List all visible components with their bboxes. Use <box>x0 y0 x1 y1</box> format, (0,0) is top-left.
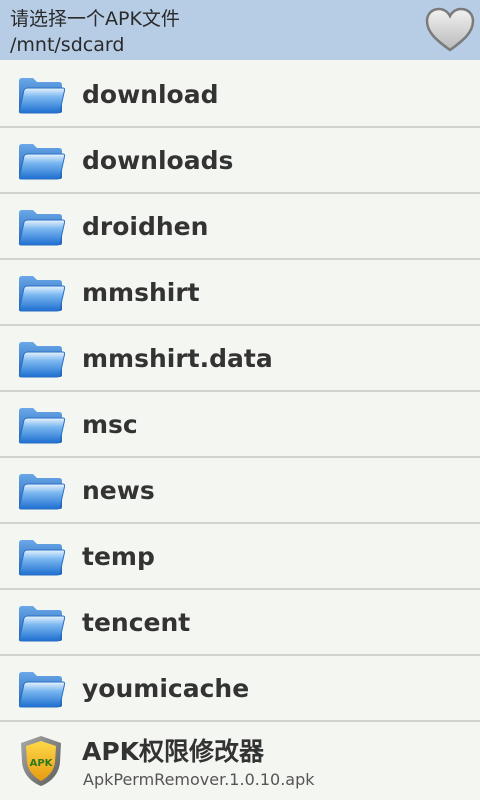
folder-name: mmshirt.data <box>82 344 273 373</box>
folder-row[interactable]: download <box>0 62 480 128</box>
folder-icon <box>17 405 65 445</box>
folder-icon <box>17 141 65 181</box>
apk-icon-text: APK <box>30 758 54 769</box>
folder-name: droidhen <box>82 212 209 241</box>
folder-name: msc <box>82 410 138 439</box>
folder-icon <box>17 339 65 379</box>
folder-name: mmshirt <box>82 278 200 307</box>
dialog-title: 请选择一个APK文件 <box>10 8 180 30</box>
folder-icon <box>17 75 65 115</box>
folder-row[interactable]: temp <box>0 524 480 590</box>
folder-row[interactable]: downloads <box>0 128 480 194</box>
current-path: /mnt/sdcard <box>10 34 125 56</box>
file-list: download downloads droidhen mmshirt mmsh… <box>0 62 480 798</box>
apk-shield-icon: APK <box>21 736 61 786</box>
folder-name: news <box>82 476 155 505</box>
folder-icon <box>17 471 65 511</box>
apk-app-name: APK权限修改器 <box>82 737 265 766</box>
folder-name: temp <box>82 542 155 571</box>
folder-row[interactable]: msc <box>0 392 480 458</box>
apk-file-row[interactable]: APK APK权限修改器 ApkPermRemover.1.0.10.apk <box>0 722 480 798</box>
folder-name: youmicache <box>82 674 250 703</box>
folder-icon <box>17 603 65 643</box>
folder-row[interactable]: droidhen <box>0 194 480 260</box>
title-bar: 请选择一个APK文件 /mnt/sdcard <box>0 0 480 60</box>
folder-name: download <box>82 80 219 109</box>
folder-icon <box>17 273 65 313</box>
folder-icon <box>17 207 65 247</box>
folder-row[interactable]: youmicache <box>0 656 480 722</box>
folder-name: downloads <box>82 146 234 175</box>
folder-row[interactable]: tencent <box>0 590 480 656</box>
folder-row[interactable]: mmshirt.data <box>0 326 480 392</box>
folder-icon <box>17 669 65 709</box>
folder-row[interactable]: news <box>0 458 480 524</box>
folder-icon <box>17 537 65 577</box>
apk-file-name: ApkPermRemover.1.0.10.apk <box>83 770 315 789</box>
folder-name: tencent <box>82 608 191 637</box>
folder-row[interactable]: mmshirt <box>0 260 480 326</box>
heart-icon[interactable] <box>424 6 476 54</box>
